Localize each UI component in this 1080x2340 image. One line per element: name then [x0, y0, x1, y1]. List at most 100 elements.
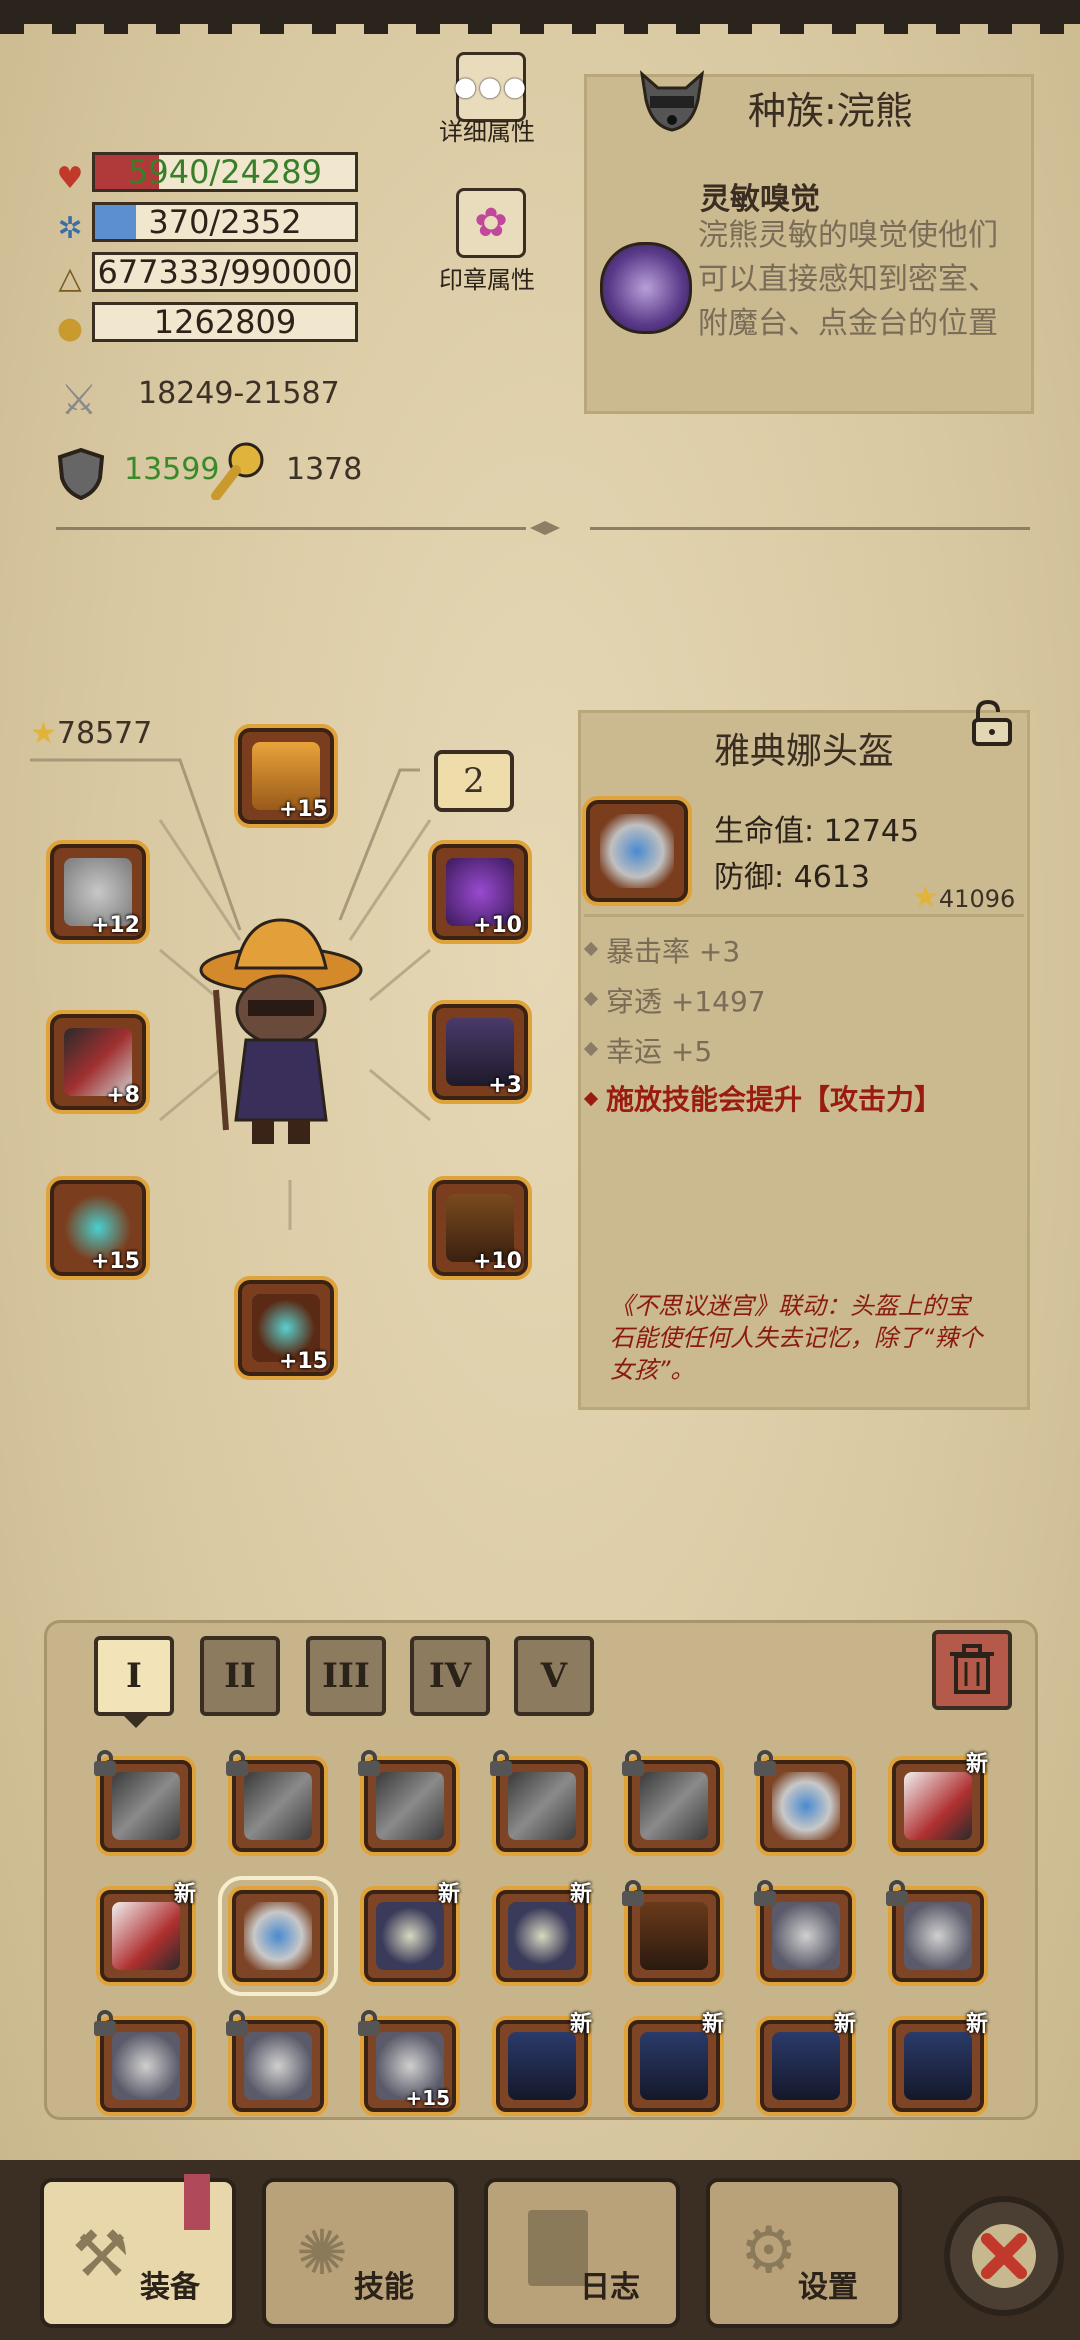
item-art-wings — [244, 2032, 312, 2100]
inventory-slot[interactable] — [754, 1750, 856, 1856]
item-score: ★41096 — [912, 880, 1015, 915]
trash-button[interactable] — [932, 1630, 1012, 1710]
equip-slot-weapon[interactable]: +8 — [46, 1010, 150, 1114]
item-art-sword — [640, 1772, 708, 1840]
inventory-slot[interactable]: 新 — [624, 2012, 724, 2116]
item-art-plate — [640, 2032, 708, 2100]
inventory-slot[interactable] — [94, 2010, 196, 2116]
item-art-sword — [376, 1772, 444, 1840]
inventory-slot[interactable]: 新 — [360, 1882, 460, 1986]
item-level: +15 — [405, 2086, 450, 2110]
scroll-icon — [528, 2210, 588, 2286]
divider-ornament — [530, 520, 560, 535]
seal-attributes-button[interactable]: ✿ — [456, 188, 526, 258]
equip-slot-boots[interactable]: +15 — [234, 1276, 338, 1380]
lock-icon — [358, 1750, 380, 1776]
inventory-slot[interactable]: 新 — [888, 1752, 988, 1856]
item-name: 雅典娜头盔 — [713, 731, 894, 772]
new-badge: 新 — [965, 1752, 988, 1777]
lock-icon — [94, 2010, 116, 2036]
inventory-slot[interactable] — [226, 1750, 328, 1856]
inventory-slot[interactable] — [622, 1750, 724, 1856]
inventory-tab-3[interactable]: III — [306, 1636, 386, 1716]
bookmark-ribbon — [184, 2174, 210, 2230]
lock-icon — [358, 2010, 380, 2036]
divider-left — [56, 527, 526, 530]
inventory-slot[interactable] — [358, 1750, 460, 1856]
item-attr-crit: 暴击率 +3 — [606, 935, 741, 968]
mp-bar: 370/2352 — [92, 202, 358, 242]
equip-level: +10 — [472, 1249, 522, 1274]
race-skill-description: 浣熊灵敏的嗅觉使他们可以直接感知到密室、附魔台、点金台的位置 — [698, 218, 998, 341]
inventory-slot[interactable]: 新 — [492, 1882, 592, 1986]
luck-value: 1378 — [286, 452, 363, 487]
item-art-sword — [508, 1772, 576, 1840]
item-art-leather — [640, 1902, 708, 1970]
inventory-slot[interactable] — [622, 1880, 724, 1986]
inventory-slot[interactable]: 新 — [888, 2012, 988, 2116]
new-badge: 新 — [437, 1882, 460, 1907]
equip-slot-necklace[interactable]: +10 — [428, 840, 532, 944]
inventory-slot[interactable] — [218, 1876, 338, 1996]
equipment-page-button[interactable]: 2 — [434, 750, 514, 812]
dots-icon: ●●● — [453, 72, 529, 102]
inventory-slot[interactable] — [94, 1750, 196, 1856]
nav-equip-button[interactable]: ⚒ — [40, 2174, 236, 2328]
item-art-plate — [904, 2032, 972, 2100]
item-detail-icon — [582, 796, 692, 906]
item-art-helmet — [244, 1902, 312, 1970]
lock-icon — [490, 1750, 512, 1776]
inventory-slot[interactable] — [490, 1750, 592, 1856]
lock-icon — [226, 1750, 248, 1776]
luck-charm-icon — [210, 440, 266, 501]
race-skill-icon — [600, 242, 692, 334]
equip-slot-armor[interactable]: +3 — [428, 1000, 532, 1104]
item-art-mask — [508, 1902, 576, 1970]
nav-equip-label: 装备 — [140, 2270, 200, 2305]
exp-triangle-icon: △ — [58, 260, 82, 296]
inventory-slot[interactable]: 新 — [492, 2012, 592, 2116]
inventory-slot[interactable] — [754, 1880, 856, 1986]
trash-icon — [950, 1644, 994, 1694]
gold-coins-icon: ● — [56, 310, 84, 346]
gold-bar: 1262809 — [92, 302, 358, 342]
equip-level: +12 — [90, 913, 140, 938]
equip-level: +15 — [278, 1349, 328, 1374]
gear-icon: ⚙ — [740, 2214, 798, 2288]
item-divider — [584, 914, 1024, 917]
close-button[interactable] — [944, 2196, 1064, 2316]
mana-icon: ✲ — [57, 210, 83, 246]
equip-slot-hat[interactable]: +15 — [234, 724, 338, 828]
item-score-value: 41096 — [938, 885, 1016, 913]
equip-slot-offhand[interactable]: +12 — [46, 840, 150, 944]
item-art-helmet — [772, 1772, 840, 1840]
new-badge: 新 — [965, 2012, 988, 2037]
equip-level: +15 — [90, 1249, 140, 1274]
lock-icon — [754, 1750, 776, 1776]
inventory-slot[interactable]: +15 — [358, 2010, 460, 2116]
item-art-sword — [112, 1772, 180, 1840]
gold-text: 1262809 — [153, 303, 297, 341]
item-art-dagger — [904, 1772, 972, 1840]
inventory-tab-4[interactable]: IV — [410, 1636, 490, 1716]
equip-slot-pants[interactable]: +10 — [428, 1176, 532, 1280]
inventory-slot[interactable] — [886, 1880, 988, 1986]
item-art-dagger — [112, 1902, 180, 1970]
item-attr-luck: 幸运 +5 — [606, 1035, 713, 1068]
item-art-wings — [112, 2032, 180, 2100]
new-badge: 新 — [701, 2012, 724, 2037]
inventory-slot[interactable]: 新 — [96, 1882, 196, 1986]
equip-slot-gloves[interactable]: +15 — [46, 1176, 150, 1280]
equip-level: +3 — [488, 1073, 522, 1098]
details-label: 详细属性 — [439, 118, 535, 146]
inventory-tab-5[interactable]: V — [514, 1636, 594, 1716]
axe-icon: ⚒ — [72, 2218, 130, 2292]
inventory-slot[interactable]: 新 — [756, 2012, 856, 2116]
inventory-slot[interactable] — [226, 2010, 328, 2116]
character-portrait — [186, 910, 376, 1160]
inventory-tab-1[interactable]: I — [94, 1636, 174, 1716]
nav-settings-label: 设置 — [798, 2270, 858, 2305]
item-hp-line: 生命值: 12745 — [714, 814, 920, 849]
inventory-tab-2[interactable]: II — [200, 1636, 280, 1716]
skill-burst-icon: ✺ — [296, 2216, 348, 2289]
